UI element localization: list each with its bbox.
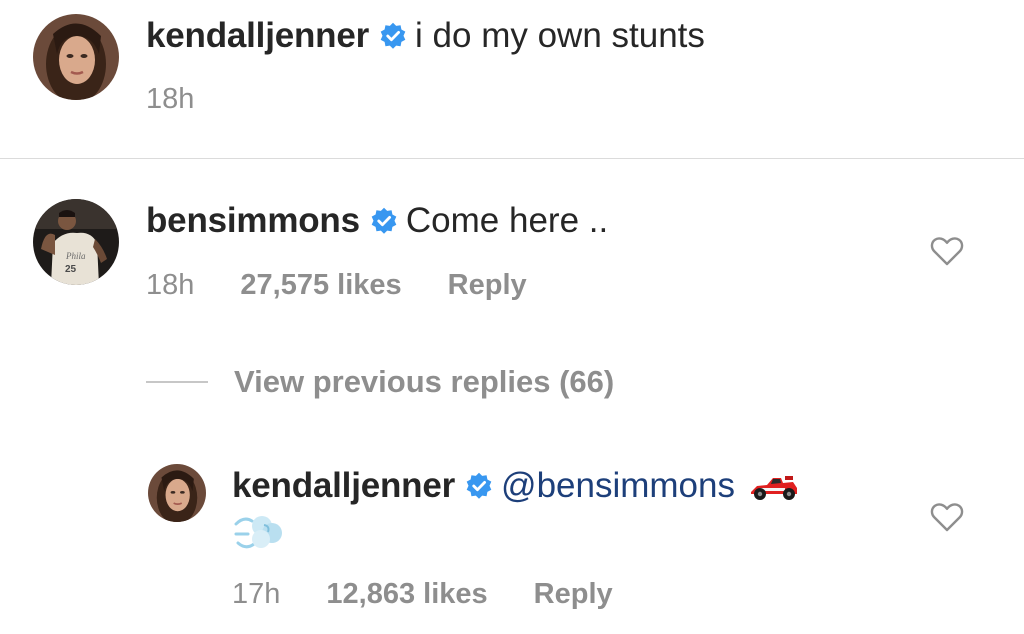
svg-text:Phila: Phila [65, 251, 86, 261]
comment-time: 18h [146, 268, 195, 301]
svg-text:25: 25 [65, 264, 77, 275]
comment-meta: 18h 27,575 likes Reply [146, 266, 527, 304]
reply-avatar[interactable] [148, 464, 206, 522]
verified-badge-icon [379, 22, 407, 50]
reply-username[interactable]: kendalljenner [232, 466, 455, 506]
comment-text: Come here .. [405, 201, 609, 240]
view-previous-replies-label: View previous replies (66) [234, 364, 615, 399]
caption-line: kendalljenner i do my own stunts [146, 14, 705, 58]
view-previous-replies-button[interactable]: View previous replies (66) [146, 364, 614, 400]
dashing-away-emoji [234, 512, 284, 557]
comment-line: bensimmons Come here .. [146, 199, 608, 243]
caption-username[interactable]: kendalljenner [146, 16, 369, 56]
reply-time: 17h [232, 577, 281, 610]
comment-likes[interactable]: 27,575 likes [240, 269, 401, 302]
comment-username[interactable]: bensimmons [146, 201, 360, 241]
caption-avatar[interactable] [33, 14, 119, 100]
reply-mention-link[interactable]: @bensimmons [501, 466, 735, 506]
caption-divider [0, 158, 1024, 159]
reply-line: kendalljenner @bensimmons [232, 464, 799, 508]
replies-rule [146, 381, 208, 383]
caption-time: 18h [146, 82, 195, 115]
comment-like-heart-icon[interactable] [930, 236, 964, 266]
reply-likes[interactable]: 12,863 likes [326, 578, 487, 611]
racing-car-emoji [749, 471, 799, 511]
caption-text: i do my own stunts [415, 16, 705, 55]
comment-avatar[interactable]: Phila 25 [33, 199, 119, 285]
verified-badge-icon [370, 207, 398, 235]
reply-reply-button[interactable]: Reply [534, 578, 613, 611]
reply-like-heart-icon[interactable] [930, 502, 964, 532]
comment-reply-button[interactable]: Reply [448, 269, 527, 302]
reply-meta: 17h 12,863 likes Reply [232, 575, 613, 613]
caption-meta: 18h [146, 80, 194, 118]
verified-badge-icon [465, 472, 493, 500]
